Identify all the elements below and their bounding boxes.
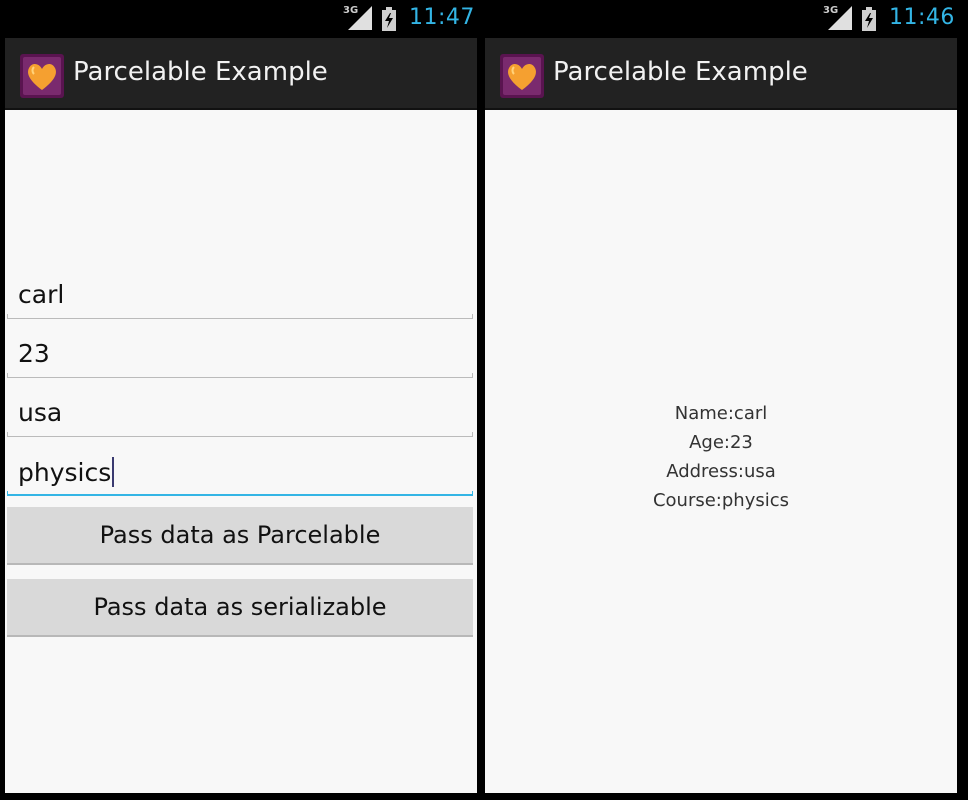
address-text: Address:usa [666, 461, 776, 482]
heart-app-icon[interactable] [20, 54, 64, 98]
address-field-value: usa [18, 398, 63, 427]
pass-serializable-button[interactable]: Pass data as serializable [7, 579, 473, 637]
course-field-value-wrap: physics [18, 457, 115, 487]
text-cursor [112, 457, 115, 487]
field-underline [7, 314, 473, 319]
age-field[interactable]: 23 [7, 339, 473, 378]
clock-time: 11:47 [409, 5, 475, 30]
signal-icon [828, 6, 852, 30]
field-underline [7, 373, 473, 378]
field-underline-focused [7, 491, 473, 496]
heart-app-icon[interactable] [500, 54, 544, 98]
person-details: Name:carl Age:23 Address:usa Course:phys… [485, 399, 957, 515]
name-field[interactable]: carl [7, 280, 473, 319]
course-field-value: physics [18, 458, 112, 487]
name-field-value: carl [18, 280, 65, 309]
course-text: Course:physics [652, 490, 790, 511]
action-bar: Parcelable Example [5, 38, 477, 110]
app-title: Parcelable Example [73, 57, 328, 87]
pass-parcelable-button[interactable]: Pass data as Parcelable [7, 507, 473, 565]
app-title: Parcelable Example [553, 57, 808, 87]
status-bar: 3G 11:46 [485, 0, 957, 38]
age-text: Age:23 [689, 432, 753, 453]
battery-charging-icon [862, 7, 876, 31]
clock-time: 11:46 [889, 5, 955, 30]
phone-screen-input: 3G 11:47 Parcelable Example carl 23 usa … [5, 0, 477, 800]
field-underline [7, 432, 473, 437]
main-content: carl 23 usa physics Pass data as Parcela… [5, 110, 477, 793]
main-content: Name:carl Age:23 Address:usa Course:phys… [485, 110, 957, 793]
status-bar: 3G 11:47 [5, 0, 477, 38]
course-field[interactable]: physics [7, 457, 473, 496]
action-bar: Parcelable Example [485, 38, 957, 110]
signal-icon [348, 6, 372, 30]
phone-screen-result: 3G 11:46 Parcelable Example Name:carl Ag… [485, 0, 957, 800]
name-text: Name:carl [674, 403, 768, 424]
battery-charging-icon [382, 7, 396, 31]
address-field[interactable]: usa [7, 398, 473, 437]
age-field-value: 23 [18, 339, 50, 368]
